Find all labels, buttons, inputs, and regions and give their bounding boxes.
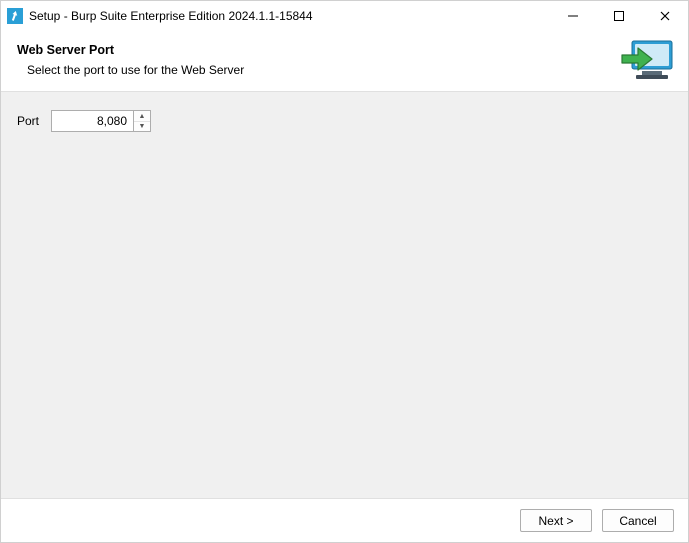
spinner-up-icon[interactable]: ▲ (134, 111, 150, 121)
wizard-icon (618, 37, 676, 85)
titlebar: Setup - Burp Suite Enterprise Edition 20… (1, 1, 688, 31)
app-icon (7, 8, 23, 24)
port-input[interactable] (51, 110, 133, 132)
maximize-button[interactable] (596, 1, 642, 31)
setup-window: Setup - Burp Suite Enterprise Edition 20… (0, 0, 689, 543)
window-controls (550, 1, 688, 31)
port-spinner: ▲ ▼ (51, 110, 151, 132)
cancel-button[interactable]: Cancel (602, 509, 674, 532)
minimize-button[interactable] (550, 1, 596, 31)
spinner-down-icon[interactable]: ▼ (134, 121, 150, 131)
page-subtitle: Select the port to use for the Web Serve… (17, 63, 672, 77)
next-button[interactable]: Next > (520, 509, 592, 532)
page-title: Web Server Port (17, 43, 672, 57)
spinner-buttons: ▲ ▼ (133, 110, 151, 132)
port-label: Port (17, 114, 43, 128)
wizard-header: Web Server Port Select the port to use f… (1, 31, 688, 92)
wizard-footer: Next > Cancel (1, 498, 688, 542)
window-title: Setup - Burp Suite Enterprise Edition 20… (29, 9, 313, 23)
close-button[interactable] (642, 1, 688, 31)
wizard-body: Port ▲ ▼ (1, 92, 688, 498)
port-row: Port ▲ ▼ (17, 110, 672, 132)
